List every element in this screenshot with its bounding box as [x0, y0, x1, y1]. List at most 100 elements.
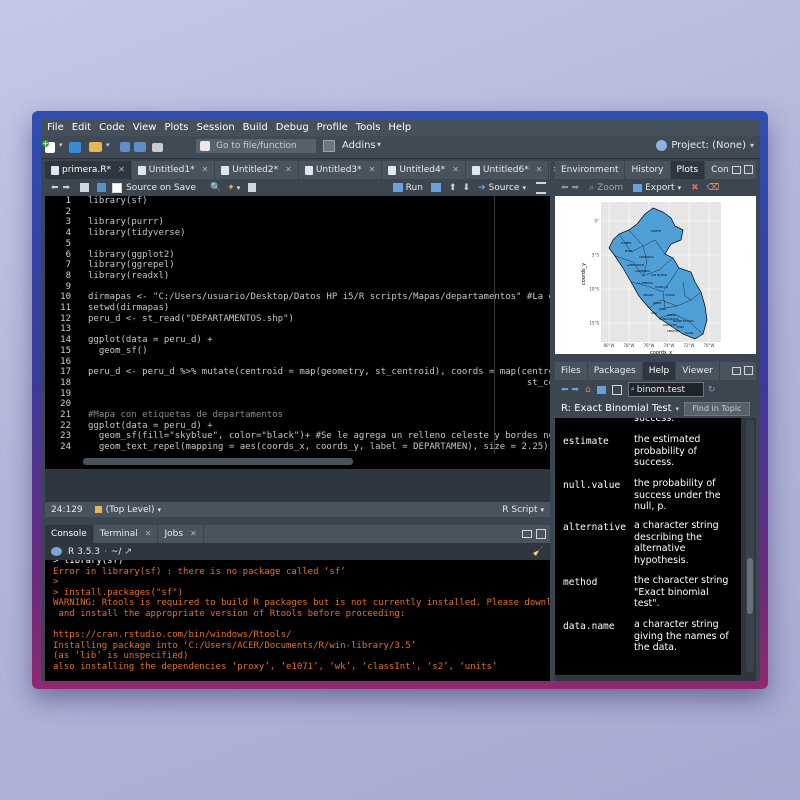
editor-tab[interactable]: Untitled3* ✕ [299, 161, 383, 179]
help-scrollbar[interactable] [746, 420, 754, 672]
chevron-down-icon[interactable]: ▾ [540, 506, 544, 514]
chevron-down-icon[interactable]: ▾ [377, 140, 381, 149]
tab-connections[interactable]: Con [705, 161, 731, 179]
editor-tab[interactable]: Untitled1* ✕ [132, 161, 216, 179]
close-icon[interactable]: ✕ [285, 161, 292, 179]
minimize-pane-icon[interactable] [732, 166, 741, 174]
editor-tab[interactable]: Untitled4* ✕ [382, 161, 466, 179]
new-file-icon[interactable]: + [42, 139, 55, 153]
chevron-down-icon[interactable]: ▾ [106, 141, 112, 153]
magic-wand-icon[interactable]: ✦ [227, 183, 235, 193]
print-icon[interactable] [596, 385, 606, 394]
line-number: 10 [60, 292, 71, 303]
back-arrow-icon[interactable]: ⬅ [561, 385, 569, 395]
export-button[interactable]: Export ▾ [633, 183, 681, 193]
menu-view[interactable]: View [129, 122, 161, 133]
go-to-dir-icon[interactable]: ↗ [124, 547, 132, 557]
code-scope[interactable]: (Top Level) [106, 505, 155, 515]
menu-tools[interactable]: Tools [352, 122, 385, 133]
zoom-button[interactable]: ⌕ Zoom [589, 183, 623, 193]
back-arrow-icon[interactable]: ⬅ [51, 183, 59, 193]
show-in-window-icon[interactable] [80, 183, 90, 192]
show-in-window-icon[interactable] [611, 384, 622, 395]
forward-arrow-icon[interactable]: ➡ [572, 183, 580, 193]
help-search-input[interactable]: ⌕ binom.test [627, 382, 704, 397]
up-arrow-icon[interactable]: ⬆ [449, 183, 457, 193]
zoom-icon: ⌕ [589, 182, 595, 193]
maximize-pane-icon[interactable] [744, 366, 753, 375]
grid-layout-icon[interactable] [323, 140, 335, 152]
menu-build[interactable]: Build [239, 122, 272, 133]
maximize-pane-icon[interactable] [536, 529, 546, 539]
close-icon[interactable]: ✕ [202, 161, 209, 179]
menu-session[interactable]: Session [193, 122, 239, 133]
tab-environment[interactable]: Environment [555, 161, 626, 179]
menu-file[interactable]: File [43, 122, 68, 133]
open-folder-icon[interactable] [89, 142, 102, 152]
tab-packages[interactable]: Packages [588, 362, 643, 380]
line-number-gutter: 1 2 3 4 5 6 7 8 9 10 11 12 13 14 15 16 17 18 19 20 21 22 23 24 [45, 196, 81, 469]
tab-console[interactable]: Console [45, 525, 94, 543]
editor-tab[interactable]: Untitled6* ✕ [466, 161, 550, 179]
close-icon[interactable]: ✕ [536, 161, 543, 179]
find-in-topic-input[interactable]: Find in Topic [684, 401, 750, 416]
editor-horizontal-scrollbar[interactable] [83, 458, 353, 465]
minimize-pane-icon[interactable] [522, 530, 532, 538]
tab-history[interactable]: History [625, 161, 671, 179]
menu-code[interactable]: Code [95, 122, 129, 133]
addins-menu[interactable]: Addins [342, 140, 376, 151]
menu-plots[interactable]: Plots [160, 122, 192, 133]
compile-report-icon[interactable] [248, 183, 257, 192]
goto-file-function-input[interactable]: Go to file/function [196, 139, 316, 153]
forward-arrow-icon[interactable]: ➡ [572, 385, 580, 395]
menu-help[interactable]: Help [384, 122, 415, 133]
project-menu[interactable]: Project: (None) ▾ [656, 140, 754, 151]
save-all-icon[interactable] [134, 142, 146, 152]
down-arrow-icon[interactable]: ⬇ [462, 183, 470, 193]
tab-viewer[interactable]: Viewer [676, 362, 720, 380]
menu-edit[interactable]: Edit [68, 122, 95, 133]
outline-icon[interactable] [536, 181, 546, 194]
editor-tab[interactable]: Untitled2* ✕ [215, 161, 299, 179]
refresh-icon[interactable]: ↻ [708, 385, 716, 395]
close-icon[interactable]: ✕ [452, 161, 459, 179]
forward-arrow-icon[interactable]: ➡ [63, 183, 71, 193]
tab-plots[interactable]: Plots [670, 161, 706, 179]
tab-terminal[interactable]: Terminal ✕ [94, 525, 159, 543]
tab-jobs[interactable]: Jobs ✕ [158, 525, 204, 543]
maximize-pane-icon[interactable] [744, 165, 753, 174]
save-icon[interactable] [120, 142, 130, 152]
run-button[interactable]: Run [392, 183, 423, 193]
chevron-down-icon[interactable]: ▾ [158, 506, 162, 514]
close-icon[interactable]: ✕ [190, 525, 197, 543]
help-scrollbar-thumb[interactable] [747, 558, 753, 614]
save-icon[interactable] [97, 183, 107, 192]
clear-all-icon[interactable]: ⌫ [707, 183, 720, 193]
chevron-down-icon[interactable]: ▾ [59, 141, 65, 153]
source-button[interactable]: ➜ Source ▾ [478, 183, 526, 193]
print-icon[interactable] [152, 142, 163, 152]
tab-files[interactable]: Files [555, 362, 588, 380]
back-arrow-icon[interactable]: ⬅ [561, 183, 569, 193]
menu-debug[interactable]: Debug [272, 122, 313, 133]
new-project-icon[interactable] [69, 141, 81, 153]
close-icon[interactable]: ✕ [118, 161, 125, 179]
close-icon[interactable]: ✕ [145, 525, 152, 543]
menu-profile[interactable]: Profile [313, 122, 352, 133]
chevron-down-icon[interactable]: ▾ [676, 405, 680, 413]
search-icon[interactable]: 🔍 [210, 183, 221, 193]
tab-help[interactable]: Help [642, 362, 677, 380]
home-icon[interactable]: ⌂ [585, 385, 591, 395]
working-dir[interactable]: ~/ [111, 547, 122, 557]
rerun-icon[interactable] [430, 183, 441, 192]
file-type[interactable]: R Script [502, 505, 537, 515]
chevron-down-icon[interactable]: ▾ [237, 184, 241, 192]
code-editor[interactable]: 1 2 3 4 5 6 7 8 9 10 11 12 13 14 15 16 17 18 19 20 21 22 23 24 … [45, 196, 550, 469]
editor-tab[interactable]: primera.R* ✕ [45, 161, 132, 179]
console-output[interactable]: > library(sf) Error in library(sf) : ther… [45, 560, 550, 681]
source-on-save-checkbox[interactable] [112, 182, 123, 193]
clear-console-icon[interactable]: 🧹 [533, 547, 544, 557]
minimize-pane-icon[interactable] [732, 367, 741, 375]
close-icon[interactable]: ✕ [369, 161, 376, 179]
remove-plot-icon[interactable]: ✖ [691, 183, 699, 193]
